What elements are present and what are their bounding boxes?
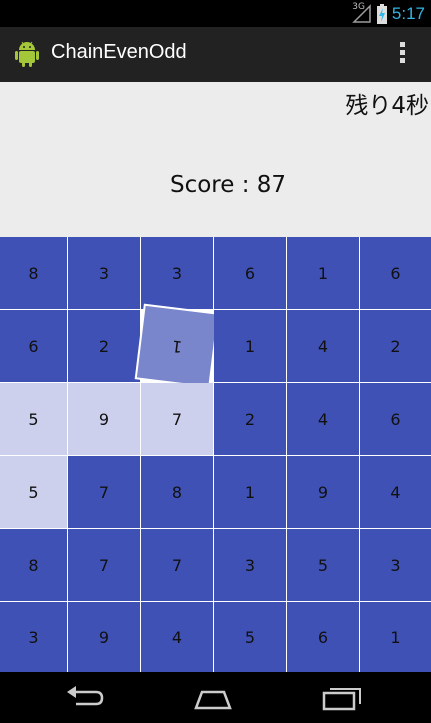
grid-cell[interactable]: 5 <box>0 383 67 455</box>
cell-number: 5 <box>317 555 329 575</box>
cell-number: 1 <box>317 263 329 283</box>
cell-number: 9 <box>317 482 329 502</box>
grid-cell[interactable]: 9 <box>68 383 140 455</box>
cell-number: 2 <box>244 409 256 429</box>
navigation-bar <box>0 672 431 723</box>
home-icon[interactable] <box>190 682 236 712</box>
cell-number: 5 <box>244 628 256 647</box>
cell-number: 1 <box>170 335 184 357</box>
grid-cell[interactable]: 3 <box>360 529 431 601</box>
signal-icon <box>352 4 371 23</box>
battery-icon <box>376 4 387 24</box>
cell-number: 6 <box>244 263 256 283</box>
cell-number: 6 <box>390 263 401 283</box>
cell-number: 7 <box>98 482 110 502</box>
game-screen: 残り4秒 Score : 87 8 3 3 6 1 6 6 2 1 1 4 2 5 9 7 2 4 6 5 7 8 1 9 4… <box>0 82 431 673</box>
grid-cell[interactable]: 1 <box>136 305 218 387</box>
cell-number: 7 <box>171 555 183 575</box>
grid-cell[interactable]: 3 <box>68 237 140 309</box>
number-grid: 8 3 3 6 1 6 6 2 1 1 4 2 5 9 7 2 4 6 5 7 8 1 9 4 8 7 7 3 5 3 3 9 4 5 6 1 <box>0 237 431 673</box>
cell-number: 3 <box>244 555 256 575</box>
grid-cell[interactable]: 4 <box>360 456 431 528</box>
time-remaining: 残り4秒 <box>345 93 429 119</box>
grid-cell[interactable]: 7 <box>68 456 140 528</box>
clock: 5:17 <box>391 4 425 23</box>
grid-cell[interactable]: 4 <box>287 383 359 455</box>
grid-cell[interactable]: 1 <box>287 237 359 309</box>
cell-number: 3 <box>390 555 401 575</box>
grid-cell[interactable]: 2 <box>214 383 286 455</box>
grid-cell[interactable]: 8 <box>0 237 67 309</box>
cell-number: 6 <box>28 336 39 356</box>
cell-number: 7 <box>171 409 183 429</box>
recent-apps-icon[interactable] <box>320 682 366 712</box>
overflow-menu-icon[interactable] <box>393 42 411 68</box>
grid-cell[interactable]: 6 <box>0 310 67 382</box>
cell-number: 3 <box>98 263 110 283</box>
cell-number: 8 <box>28 555 39 575</box>
grid-cell[interactable]: 6 <box>287 602 359 673</box>
cell-number: 8 <box>28 263 39 283</box>
grid-cell[interactable]: 6 <box>360 383 431 455</box>
back-icon[interactable] <box>62 682 108 712</box>
grid-cell[interactable]: 3 <box>141 237 213 309</box>
cell-number: 5 <box>28 409 39 429</box>
cell-number: 7 <box>98 555 110 575</box>
cell-number: 4 <box>390 482 401 502</box>
cell-number: 5 <box>28 482 39 502</box>
cell-number: 3 <box>28 628 39 647</box>
grid-cell[interactable]: 9 <box>287 456 359 528</box>
cell-number: 4 <box>171 628 183 647</box>
cell-number: 9 <box>98 409 110 429</box>
cell-number: 1 <box>244 336 256 356</box>
grid-cell[interactable]: 8 <box>0 529 67 601</box>
cell-number: 4 <box>317 336 329 356</box>
cell-number: 9 <box>98 628 110 647</box>
cell-number: 1 <box>390 628 401 647</box>
grid-cell[interactable]: 7 <box>68 529 140 601</box>
grid-cell[interactable]: 7 <box>141 383 213 455</box>
grid-cell[interactable]: 8 <box>141 456 213 528</box>
cell-number: 4 <box>317 409 329 429</box>
cell-number: 1 <box>244 482 256 502</box>
cell-number: 6 <box>390 409 401 429</box>
status-bar: 3G 5:17 <box>0 0 431 27</box>
grid-cell[interactable]: 4 <box>141 602 213 673</box>
grid-cell[interactable]: 1 <box>214 310 286 382</box>
cell-number: 6 <box>317 628 329 647</box>
grid-cell[interactable]: 5 <box>0 456 67 528</box>
grid-cell[interactable]: 6 <box>214 237 286 309</box>
score-label: Score : 87 <box>169 172 287 198</box>
grid-cell[interactable]: 7 <box>141 529 213 601</box>
cell-number: 3 <box>171 263 183 283</box>
cell-number: 2 <box>98 336 110 356</box>
cell-number: 8 <box>171 482 183 502</box>
grid-cell[interactable]: 2 <box>68 310 140 382</box>
android-icon[interactable] <box>12 39 42 69</box>
grid-cell[interactable]: 5 <box>287 529 359 601</box>
grid-cell[interactable]: 6 <box>360 237 431 309</box>
grid-cell[interactable]: 5 <box>214 602 286 673</box>
grid-cell[interactable]: 3 <box>0 602 67 673</box>
grid-cell[interactable]: 2 <box>360 310 431 382</box>
grid-cell[interactable]: 9 <box>68 602 140 673</box>
grid-cell[interactable]: 4 <box>287 310 359 382</box>
action-bar: ChainEvenOdd <box>0 27 431 83</box>
app-title: ChainEvenOdd <box>51 41 187 63</box>
grid-cell[interactable]: 1 <box>214 456 286 528</box>
cell-number: 2 <box>390 336 401 356</box>
grid-cell[interactable]: 3 <box>214 529 286 601</box>
grid-cell[interactable]: 1 <box>360 602 431 673</box>
